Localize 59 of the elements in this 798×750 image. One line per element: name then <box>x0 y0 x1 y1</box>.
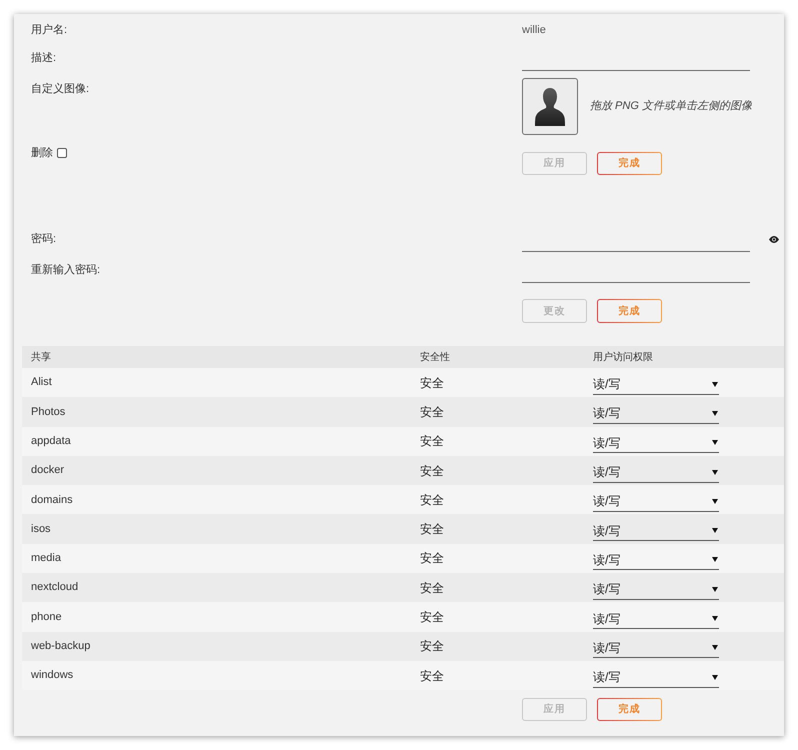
security-cell-text: 安全 <box>420 668 444 685</box>
security-cell-text: 安全 <box>420 462 444 480</box>
password-label: 密码: <box>31 232 56 246</box>
share-name-cell-text: appdata <box>31 434 71 449</box>
share-name-cell-text: nextcloud <box>31 580 78 596</box>
description-label: 描述: <box>31 51 56 65</box>
access-select[interactable]: 读/写 <box>593 404 719 424</box>
share-name-cell-text: Alist <box>31 375 52 390</box>
security-cell-text: 安全 <box>420 580 444 597</box>
delete-label: 删除 <box>31 146 53 160</box>
custom-image-label: 自定义图像: <box>31 82 90 96</box>
username-value: willie <box>522 23 546 38</box>
caret-icon <box>712 557 718 562</box>
image-upload-button[interactable] <box>522 78 578 135</box>
caret-icon <box>712 410 718 416</box>
image-drop-hint: 拖放 PNG 文件或单击左侧的图像 <box>590 98 752 114</box>
share-name-cell-text: Photos <box>31 404 66 420</box>
caret-icon <box>712 498 718 504</box>
security-cell-text: 安全 <box>420 550 444 568</box>
caret-icon <box>712 382 718 387</box>
column-header: 共享 <box>31 350 51 364</box>
caret-icon <box>712 528 718 534</box>
share-name-cell-text: windows <box>31 668 74 684</box>
caret-icon <box>712 616 718 622</box>
security-cell-text: 安全 <box>420 433 444 450</box>
share-name-cell-text: web-backup <box>31 639 90 654</box>
access-select[interactable]: 读/写 <box>593 638 719 658</box>
caret-icon <box>712 674 718 680</box>
access-select[interactable]: 读/写 <box>593 521 719 542</box>
column-header: 用户访问权限 <box>593 350 653 364</box>
username-label: 用户名: <box>31 22 68 38</box>
access-select[interactable]: 读/写 <box>593 433 719 454</box>
caret-icon <box>712 586 718 592</box>
security-cell-text: 安全 <box>420 609 444 626</box>
column-header: 安全性 <box>420 350 450 364</box>
delete-checkbox[interactable] <box>57 148 67 158</box>
access-select[interactable]: 读/写 <box>593 580 719 600</box>
access-select[interactable]: 读/写 <box>593 462 719 483</box>
access-select[interactable]: 读/写 <box>593 374 719 395</box>
confirm-password-label: 重新输入密码: <box>31 263 100 277</box>
share-name-cell-text: docker <box>31 463 64 478</box>
security-cell-text: 安全 <box>420 492 444 509</box>
share-name-cell-text: isos <box>31 522 51 537</box>
security-cell-text: 安全 <box>420 638 444 656</box>
access-select[interactable]: 读/写 <box>593 492 719 512</box>
caret-icon <box>712 440 718 446</box>
person-silhouette-icon <box>535 88 565 126</box>
access-select[interactable]: 读/写 <box>593 609 719 630</box>
eye-icon[interactable] <box>769 236 779 243</box>
caret-icon <box>712 645 718 650</box>
share-name-cell-text: domains <box>31 492 73 508</box>
security-cell-text: 安全 <box>420 374 444 392</box>
caret-icon <box>712 470 718 475</box>
share-name-cell-text: phone <box>31 610 62 625</box>
access-select[interactable]: 读/写 <box>593 550 719 570</box>
security-cell-text: 安全 <box>420 404 444 421</box>
share-name-cell-text: media <box>31 551 61 566</box>
security-cell-text: 安全 <box>420 521 444 538</box>
access-select[interactable]: 读/写 <box>593 668 719 688</box>
